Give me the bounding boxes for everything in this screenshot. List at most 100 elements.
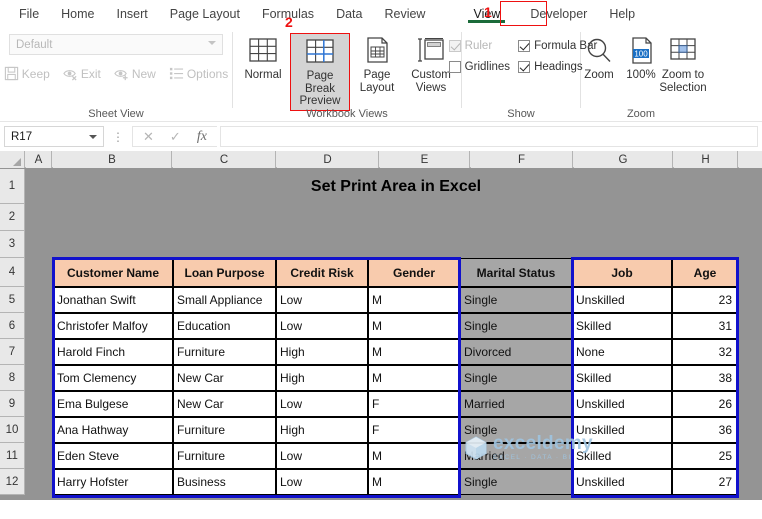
row-header-1[interactable]: 1 [0, 169, 25, 204]
cell-c10[interactable]: Furniture [173, 417, 276, 443]
cell-c7[interactable]: Furniture [173, 339, 276, 365]
column-header-d[interactable]: D [277, 151, 379, 168]
tab-data[interactable]: Data [325, 4, 373, 24]
cell-e7[interactable]: M [368, 339, 460, 365]
cell-b10[interactable]: Ana Hathway [53, 417, 173, 443]
cell-g9[interactable]: Unskilled [572, 391, 672, 417]
cell-g8[interactable]: Skilled [572, 365, 672, 391]
gridlines-checkbox[interactable] [448, 61, 461, 73]
cell-e6[interactable]: M [368, 313, 460, 339]
table-header-gender[interactable]: Gender [368, 258, 460, 287]
row-header-7[interactable]: 7 [0, 339, 25, 365]
cell-g10[interactable]: Unskilled [572, 417, 672, 443]
cell-f7[interactable]: Divorced [460, 339, 572, 365]
ruler-checkbox[interactable] [448, 40, 461, 52]
row-header-2[interactable]: 2 [0, 204, 25, 231]
cell-h11[interactable]: 25 [672, 443, 738, 469]
cell-b9[interactable]: Ema Bulgese [53, 391, 173, 417]
column-header-g[interactable]: G [574, 151, 673, 168]
zoom-button[interactable]: Zoom [578, 36, 620, 82]
row-header-4[interactable]: 4 [0, 258, 25, 287]
new-sheet-view-button[interactable]: New [114, 66, 156, 81]
cell-h8[interactable]: 38 [672, 365, 738, 391]
cell-d10[interactable]: High [276, 417, 368, 443]
cell-b6[interactable]: Christofer Malfoy [53, 313, 173, 339]
cell-b11[interactable]: Eden Steve [53, 443, 173, 469]
cell-f8[interactable]: Single [460, 365, 572, 391]
cell-e9[interactable]: F [368, 391, 460, 417]
row-header-12[interactable]: 12 [0, 469, 25, 495]
cell-e5[interactable]: M [368, 287, 460, 313]
cell-e11[interactable]: M [368, 443, 460, 469]
cell-h6[interactable]: 31 [672, 313, 738, 339]
cell-e8[interactable]: M [368, 365, 460, 391]
select-all-corner[interactable] [0, 151, 25, 168]
cell-c6[interactable]: Education [173, 313, 276, 339]
cell-c8[interactable]: New Car [173, 365, 276, 391]
column-header-i[interactable] [739, 151, 762, 168]
normal-view-button[interactable]: Normal [236, 33, 290, 84]
cell-h10[interactable]: 36 [672, 417, 738, 443]
row-header-3[interactable]: 3 [0, 231, 25, 258]
cell-h7[interactable]: 32 [672, 339, 738, 365]
sheet-view-options-button[interactable]: Options [169, 66, 228, 81]
cell-f10[interactable]: Single [460, 417, 572, 443]
formula-input[interactable] [219, 126, 758, 147]
cell-d6[interactable]: Low [276, 313, 368, 339]
cell-b8[interactable]: Tom Clemency [53, 365, 173, 391]
cell-e12[interactable]: M [368, 469, 460, 495]
cell-g11[interactable]: Skilled [572, 443, 672, 469]
cell-b7[interactable]: Harold Finch [53, 339, 173, 365]
gridlines-checkbox-item[interactable]: Gridlines [448, 61, 510, 73]
table-header-job[interactable]: Job [572, 258, 672, 287]
tab-file[interactable]: File [8, 4, 50, 24]
row-header-10[interactable]: 10 [0, 417, 25, 443]
cell-h5[interactable]: 23 [672, 287, 738, 313]
table-header-customer-name[interactable]: Customer Name [53, 258, 173, 287]
cell-c5[interactable]: Small Appliance [173, 287, 276, 313]
column-header-f[interactable]: F [471, 151, 573, 168]
tab-review[interactable]: Review [373, 4, 436, 24]
name-box[interactable]: R17 [4, 126, 104, 147]
row-header-9[interactable]: 9 [0, 391, 25, 417]
zoom-100-button[interactable]: 100 100% [620, 36, 662, 82]
keep-sheet-view-button[interactable]: Keep [4, 66, 50, 81]
cell-b5[interactable]: Jonathan Swift [53, 287, 173, 313]
cell-d7[interactable]: High [276, 339, 368, 365]
table-header-loan-purpose[interactable]: Loan Purpose [173, 258, 276, 287]
cell-g7[interactable]: None [572, 339, 672, 365]
ruler-checkbox-item[interactable]: Ruler [448, 40, 510, 52]
cell-g6[interactable]: Skilled [572, 313, 672, 339]
insert-function-icon[interactable]: fx [197, 129, 207, 145]
column-header-h[interactable]: H [674, 151, 738, 168]
page-layout-button[interactable]: Page Layout [350, 33, 404, 96]
column-header-e[interactable]: E [380, 151, 470, 168]
table-header-marital-status[interactable]: Marital Status [460, 258, 572, 287]
headings-checkbox[interactable] [518, 61, 531, 73]
cell-b12[interactable]: Harry Hofster [53, 469, 173, 495]
column-header-b[interactable]: B [53, 151, 172, 168]
row-header-6[interactable]: 6 [0, 313, 25, 339]
sheet-title-cell[interactable]: Set Print Area in Excel [53, 169, 739, 204]
table-header-age[interactable]: Age [672, 258, 738, 287]
cell-g5[interactable]: Unskilled [572, 287, 672, 313]
cell-e10[interactable]: F [368, 417, 460, 443]
page-break-preview-button[interactable]: Page Break Preview [290, 33, 350, 111]
cell-g12[interactable]: Unskilled [572, 469, 672, 495]
cell-h12[interactable]: 27 [672, 469, 738, 495]
cell-c11[interactable]: Furniture [173, 443, 276, 469]
enter-check-icon[interactable]: ✓ [170, 129, 181, 145]
cell-h9[interactable]: 26 [672, 391, 738, 417]
cell-c12[interactable]: Business [173, 469, 276, 495]
column-header-c[interactable]: C [173, 151, 276, 168]
zoom-to-selection-button[interactable]: Zoom to Selection [659, 36, 707, 94]
cell-c9[interactable]: New Car [173, 391, 276, 417]
formula-bar-checkbox[interactable] [518, 40, 531, 52]
cell-f5[interactable]: Single [460, 287, 572, 313]
tab-insert[interactable]: Insert [106, 4, 159, 24]
tab-developer[interactable]: Developer [519, 4, 598, 24]
cell-f6[interactable]: Single [460, 313, 572, 339]
cell-d12[interactable]: Low [276, 469, 368, 495]
tab-page-layout[interactable]: Page Layout [159, 4, 251, 24]
sheet-view-combo[interactable]: Default [9, 34, 223, 55]
